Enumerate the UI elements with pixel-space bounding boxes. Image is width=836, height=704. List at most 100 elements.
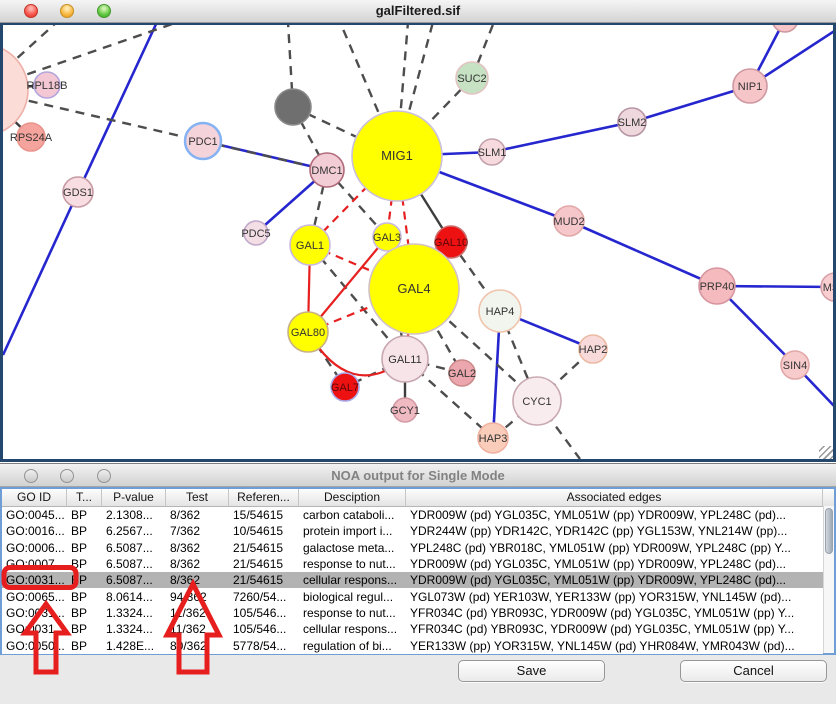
table-cell: YGL073W (pd) YER103W, YER133W (pp) YOR31… bbox=[406, 590, 823, 604]
close-button[interactable] bbox=[24, 4, 38, 18]
table-cell: BP bbox=[67, 573, 102, 587]
table-cell: YDR009W (pd) YGL035C, YML051W (pp) YDR00… bbox=[406, 573, 823, 587]
header-scroll-corner bbox=[823, 489, 834, 506]
table-cell: 10/54615 bbox=[229, 524, 299, 538]
graph-edge bbox=[569, 221, 717, 286]
table-cell: 1.428E... bbox=[102, 639, 166, 653]
table-cell: BP bbox=[67, 557, 102, 571]
graph-node-label: RPL18B bbox=[27, 80, 68, 92]
table-cell: 1.3324... bbox=[102, 606, 166, 620]
table-cell: GO:0031... bbox=[2, 622, 67, 636]
graph-node-label: GDS1 bbox=[63, 187, 93, 199]
table-cell: YFR034C (pd) YBR093C, YDR009W (pd) YGL03… bbox=[406, 622, 823, 636]
save-button[interactable]: Save bbox=[458, 660, 605, 682]
graph-node-label: NIP1 bbox=[738, 81, 762, 93]
column-header-3[interactable]: P-value bbox=[102, 489, 166, 506]
minimize-button[interactable] bbox=[60, 4, 74, 18]
table-cell: GO:0007... bbox=[2, 557, 67, 571]
table-cell: YDR009W (pd) YGL035C, YML051W (pp) YDR00… bbox=[406, 508, 823, 522]
graph-svg[interactable]: RPL18BRPS24AGDS1PDC1DMC1MIG1SUC2SLM1SLM2… bbox=[0, 0, 836, 462]
column-header-4[interactable]: Test bbox=[166, 489, 229, 506]
table-cell: 15/54615 bbox=[229, 508, 299, 522]
zoom-button[interactable] bbox=[97, 4, 111, 18]
graph-node-label: HAP3 bbox=[479, 433, 508, 445]
table-row-7[interactable]: GO:0031...BP1.3324...11/362105/546...res… bbox=[2, 605, 823, 621]
table-cell: YDR244W (pp) YDR142C, YDR142C (pp) YGL15… bbox=[406, 524, 823, 538]
table-cell: 105/546... bbox=[229, 606, 299, 620]
column-header-2[interactable]: T... bbox=[67, 489, 102, 506]
minimize-button[interactable] bbox=[60, 469, 74, 483]
noa-window-titlebar[interactable]: NOA output for Single Mode bbox=[0, 463, 836, 487]
table-cell: 11/362 bbox=[166, 622, 229, 636]
table-cell: YDR009W (pd) YGL035C, YML051W (pp) YDR00… bbox=[406, 557, 823, 571]
table-row-1[interactable]: GO:0045...BP2.1308...8/36215/54615carbon… bbox=[2, 507, 823, 523]
table-cell: carbon cataboli... bbox=[299, 508, 406, 522]
table-cell: YFR034C (pd) YBR093C, YDR009W (pd) YGL03… bbox=[406, 606, 823, 620]
graph-node-label: PDC5 bbox=[241, 228, 270, 240]
table-row-6[interactable]: GO:0065...BP8.0614...94/3627260/54...bio… bbox=[2, 588, 823, 604]
table-cell: 80/362 bbox=[166, 639, 229, 653]
graph-node-label: GCY1 bbox=[390, 405, 420, 417]
table-row-4[interactable]: GO:0007...BP6.5087...8/36221/54615respon… bbox=[2, 556, 823, 572]
table-cell: 105/546... bbox=[229, 622, 299, 636]
table-cell: 6.5087... bbox=[102, 557, 166, 571]
table-cell: 1.3324... bbox=[102, 622, 166, 636]
noa-output-window: NOA output for Single Mode GO IDT...P-va… bbox=[0, 463, 836, 704]
table-row-5[interactable]: GO:0031...BP6.5087...8/36221/54615cellul… bbox=[2, 572, 823, 588]
graph-node-label: GAL3 bbox=[373, 232, 401, 244]
table-cell: BP bbox=[67, 606, 102, 620]
cancel-button[interactable]: Cancel bbox=[680, 660, 827, 682]
window-title: galFiltered.sif bbox=[0, 0, 836, 22]
graph-node-label: MSN bbox=[823, 282, 836, 294]
table-row-3[interactable]: GO:0006...BP6.5087...8/36221/54615galact… bbox=[2, 540, 823, 556]
table-cell: 8/362 bbox=[166, 557, 229, 571]
scrollbar-thumb[interactable] bbox=[825, 508, 833, 554]
graph-edge bbox=[492, 122, 632, 152]
table-cell: cellular respons... bbox=[299, 573, 406, 587]
table-row-2[interactable]: GO:0016...BP6.2567...7/36210/54615protei… bbox=[2, 523, 823, 539]
graph-node-dark[interactable] bbox=[275, 89, 311, 125]
close-button[interactable] bbox=[24, 469, 38, 483]
table-cell: GO:0031... bbox=[2, 573, 67, 587]
window-title: NOA output for Single Mode bbox=[0, 464, 836, 487]
table-cell: 8/362 bbox=[166, 573, 229, 587]
graph-node-label: MUD2 bbox=[553, 216, 584, 228]
column-header-5[interactable]: Referen... bbox=[229, 489, 299, 506]
zoom-button[interactable] bbox=[97, 469, 111, 483]
table-row-8[interactable]: GO:0031...BP1.3324...11/362105/546...cel… bbox=[2, 621, 823, 637]
graph-edge bbox=[632, 86, 750, 122]
network-window-titlebar[interactable]: galFiltered.sif bbox=[0, 0, 836, 23]
table-cell: BP bbox=[67, 541, 102, 555]
graph-node-label: SLM2 bbox=[618, 117, 647, 129]
graph-node-label: SLM1 bbox=[478, 147, 507, 159]
resize-grip-icon[interactable] bbox=[819, 446, 833, 459]
table-cell: 6.5087... bbox=[102, 541, 166, 555]
column-header-6[interactable]: Desciption bbox=[299, 489, 406, 506]
table-cell: BP bbox=[67, 524, 102, 538]
graph-node-label: GAL80 bbox=[291, 327, 325, 339]
table-cell: 8/362 bbox=[166, 541, 229, 555]
graph-node-label: GAL2 bbox=[448, 368, 476, 380]
table-cell: BP bbox=[67, 590, 102, 604]
results-table: GO IDT...P-valueTestReferen...Desciption… bbox=[0, 487, 836, 655]
graph-node-label: MIG1 bbox=[381, 148, 413, 163]
graph-node-label: HAP2 bbox=[579, 344, 608, 356]
graph-node-label: GAL1 bbox=[296, 240, 324, 252]
network-window: RPL18BRPS24AGDS1PDC1DMC1MIG1SUC2SLM1SLM2… bbox=[0, 0, 836, 462]
table-header-row: GO IDT...P-valueTestReferen...Desciption… bbox=[2, 489, 834, 507]
table-cell: 2.1308... bbox=[102, 508, 166, 522]
table-cell: 6.5087... bbox=[102, 573, 166, 587]
table-cell: 6.2567... bbox=[102, 524, 166, 538]
table-cell: YER133W (pp) YOR315W, YNL145W (pd) YHR08… bbox=[406, 639, 823, 653]
column-header-7[interactable]: Associated edges bbox=[406, 489, 823, 506]
graph-node-big[interactable] bbox=[0, 44, 28, 136]
table-row-9[interactable]: GO:0050...BP1.428E...80/3625778/54...reg… bbox=[2, 637, 823, 653]
table-cell: biological regul... bbox=[299, 590, 406, 604]
graph-edge bbox=[3, 192, 78, 355]
table-cell: galactose meta... bbox=[299, 541, 406, 555]
table-cell: YPL248C (pd) YBR018C, YML051W (pp) YDR00… bbox=[406, 541, 823, 555]
table-cell: 94/362 bbox=[166, 590, 229, 604]
vertical-scrollbar[interactable] bbox=[823, 506, 834, 653]
column-header-1[interactable]: GO ID bbox=[2, 489, 67, 506]
table-cell: GO:0016... bbox=[2, 524, 67, 538]
